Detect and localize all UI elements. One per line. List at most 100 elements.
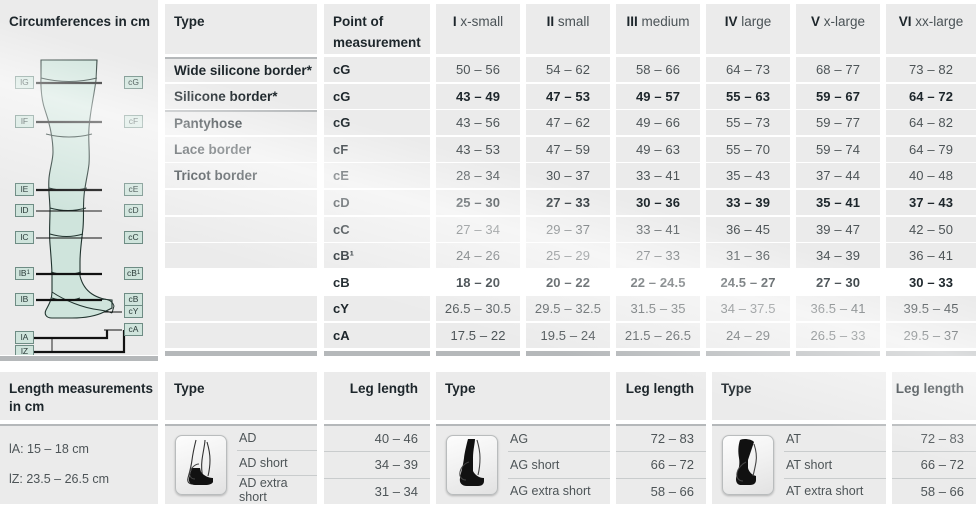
- point-header-line2: measurement: [333, 34, 421, 50]
- bottom-header-1: Type: [165, 372, 317, 420]
- value-cell: 30 – 37: [526, 163, 610, 189]
- bottom-header-2: Leg length: [324, 372, 430, 420]
- point-cell: cA: [324, 323, 430, 349]
- point-of-measurement-header: Point of measurement: [324, 4, 430, 54]
- type-empty-cell: [165, 296, 317, 322]
- bottom-header-4: Leg length: [616, 372, 706, 420]
- type-item: Silicone border*: [165, 83, 317, 109]
- size-header-medium: III medium: [616, 4, 700, 54]
- value-cell: 35 – 41: [796, 190, 880, 216]
- diagram-label-lA: lA: [15, 331, 34, 344]
- point-cell: cG: [324, 83, 430, 109]
- value-cell: 40 – 48: [886, 163, 976, 189]
- bottom-body-3: AG AG short AG extra short: [436, 424, 610, 504]
- value-cell: 29.5 – 37: [886, 323, 976, 349]
- value-cell: 24 – 26: [436, 243, 520, 269]
- point-cell: cG: [324, 57, 430, 83]
- size-header-x-small: I x-small: [436, 4, 520, 54]
- value-cell: 47 – 53: [526, 83, 610, 109]
- value-cell: 28 – 34: [436, 163, 520, 189]
- diagram-label-right-cE: cE: [124, 183, 143, 196]
- value-cell: 47 – 62: [526, 110, 610, 136]
- type-column-header: Type: [165, 4, 317, 54]
- size-header-small: II small: [526, 4, 610, 54]
- value-cell: 29 – 37: [526, 216, 610, 242]
- type-sublist: AG AG short AG extra short: [508, 426, 610, 504]
- size-name: x-small: [456, 14, 504, 29]
- value-cell: 39.5 – 45: [886, 296, 976, 322]
- value-cell: 43 – 53: [436, 136, 520, 162]
- diagram-label-right-cD: cD: [124, 204, 143, 217]
- table-bottom-rule: [796, 350, 880, 356]
- value-cell: 50 – 56: [436, 57, 520, 83]
- size-name: xx-large: [911, 14, 964, 29]
- value-cell: 49 – 66: [616, 110, 700, 136]
- value-cell: 59 – 74: [796, 136, 880, 162]
- thumbnail-wrap: [165, 434, 237, 495]
- table-bottom-rule: [526, 350, 610, 356]
- value-cell: 37 – 44: [796, 163, 880, 189]
- stocking-ad-icon: [175, 434, 227, 495]
- point-cell: cD: [324, 190, 430, 216]
- value-cell: 64 – 82: [886, 110, 976, 136]
- diagram-label-lC: lC: [15, 231, 34, 244]
- value-cell: 36 – 41: [886, 243, 976, 269]
- point-cell: cF: [324, 136, 430, 162]
- stocking-ag-icon: [446, 434, 498, 495]
- value-cell: 42 – 50: [886, 216, 976, 242]
- size-name: medium: [637, 14, 690, 29]
- size-header-x-large: V x-large: [796, 4, 880, 54]
- value-cell: 33 – 41: [616, 163, 700, 189]
- value-cell: 33 – 41: [616, 216, 700, 242]
- value-cell: 73 – 82: [886, 57, 976, 83]
- diagram-label-lB1: lB 1: [15, 267, 34, 280]
- type-item: Wide silicone border*: [165, 57, 317, 83]
- value-cell: 64 – 73: [706, 57, 790, 83]
- bottom-body-1: AD AD short AD extra short: [165, 424, 317, 504]
- bottom-header-3: Type: [436, 372, 610, 420]
- type-item: Lace border: [165, 136, 317, 162]
- point-header-line1: Point of: [333, 14, 384, 29]
- point-cell: cC: [324, 216, 430, 242]
- point-cell: cB: [324, 269, 430, 295]
- value-cell: 43 – 56: [436, 110, 520, 136]
- type-empty-cell: [165, 216, 317, 242]
- bottom-header-5: Type: [712, 372, 886, 420]
- table-bottom-rule: [0, 356, 158, 361]
- value-cell: 31 – 36: [706, 243, 790, 269]
- value-cell: 27 – 30: [796, 269, 880, 295]
- length-sublist: 40 – 46 34 – 39 31 – 34: [324, 426, 430, 504]
- length-note-0: lA: 15 – 18 cm: [9, 442, 89, 456]
- length-subrow: 58 – 66: [616, 477, 706, 504]
- length-sublist: 72 – 83 66 – 72 58 – 66: [616, 426, 706, 504]
- value-cell: 34 – 37.5: [706, 296, 790, 322]
- type-subrow: AG: [510, 431, 529, 446]
- bottom-body-6: 72 – 83 66 – 72 58 – 66: [892, 424, 976, 504]
- bottom-header-6: Leg length: [892, 372, 976, 420]
- value-cell: 58 – 66: [616, 57, 700, 83]
- length-title-line1: Length measurements: [9, 381, 154, 396]
- type-subrow: AT: [786, 431, 802, 446]
- diagram-label-lE: lE: [15, 183, 34, 196]
- value-cell: 36.5 – 41: [796, 296, 880, 322]
- type-item: Pantyhose: [165, 110, 317, 136]
- length-subrow: 34 – 39: [324, 451, 430, 477]
- diagram-label-lB: lB: [15, 293, 34, 306]
- value-cell: 43 – 49: [436, 83, 520, 109]
- point-cell: cY: [324, 296, 430, 322]
- value-cell: 25 – 29: [526, 243, 610, 269]
- type-subrow: AT short: [784, 451, 886, 477]
- value-cell: 55 – 63: [706, 83, 790, 109]
- diagram-label-right-cG: cG: [124, 76, 143, 89]
- value-cell: 55 – 70: [706, 136, 790, 162]
- value-cell: 36 – 45: [706, 216, 790, 242]
- bottom-body-0: lA: 15 – 18 cm lZ: 23.5 – 26.5 cm: [0, 424, 158, 504]
- type-subrow: AG extra short: [508, 477, 610, 504]
- diagram-label-right-cF: cF: [124, 115, 143, 128]
- type-subrow: AD short: [237, 449, 317, 475]
- value-cell: 26.5 – 30.5: [436, 296, 520, 322]
- value-cell: 35 – 43: [706, 163, 790, 189]
- stocking-at-icon: [722, 434, 774, 495]
- value-cell: 37 – 43: [886, 190, 976, 216]
- thumbnail-wrap: [712, 434, 784, 495]
